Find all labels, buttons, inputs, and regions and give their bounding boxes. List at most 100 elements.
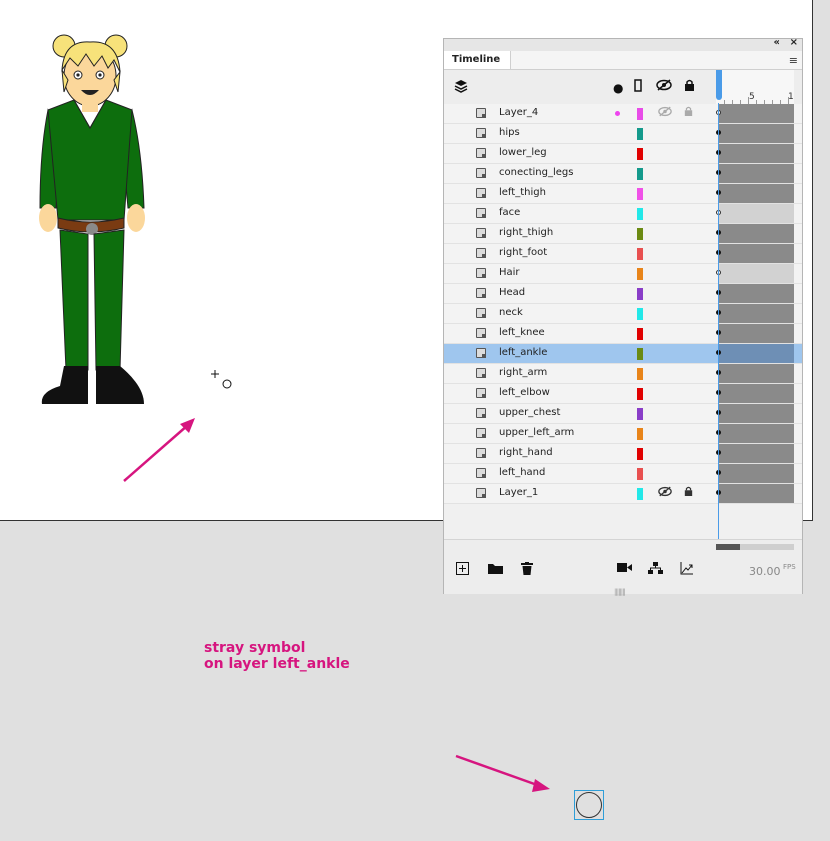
- layer-color-swatch[interactable]: [637, 128, 643, 140]
- resize-grip-icon[interactable]: ||||||||: [614, 588, 626, 596]
- delete-icon[interactable]: [521, 562, 533, 579]
- layer-color-swatch[interactable]: [637, 248, 643, 260]
- layer-row[interactable]: lower_leg: [444, 144, 802, 164]
- layer-color-swatch[interactable]: [637, 348, 643, 360]
- lock-icon[interactable]: [684, 106, 693, 120]
- eye-off-icon[interactable]: [658, 106, 672, 120]
- layer-name[interactable]: left_thigh: [499, 187, 546, 198]
- layer-row[interactable]: upper_chest: [444, 404, 802, 424]
- timeline-scrollbar[interactable]: [716, 544, 794, 550]
- outline-icon[interactable]: [634, 79, 642, 95]
- layer-row[interactable]: Hair: [444, 264, 802, 284]
- collapse-icon[interactable]: «: [774, 37, 780, 48]
- layer-row[interactable]: conecting_legs: [444, 164, 802, 184]
- layer-frames[interactable]: [716, 264, 794, 283]
- layer-frames[interactable]: [716, 384, 794, 403]
- layer-color-swatch[interactable]: [637, 148, 643, 160]
- layer-frames[interactable]: [716, 184, 794, 203]
- layer-row[interactable]: left_knee: [444, 324, 802, 344]
- layer-row[interactable]: hips: [444, 124, 802, 144]
- lock-icon[interactable]: [684, 79, 695, 95]
- layer-row[interactable]: right_arm: [444, 364, 802, 384]
- layer-color-swatch[interactable]: [637, 308, 643, 320]
- layer-row[interactable]: right_thigh: [444, 224, 802, 244]
- layer-row[interactable]: left_thigh: [444, 184, 802, 204]
- layer-color-swatch[interactable]: [637, 108, 643, 120]
- layer-frames[interactable]: [716, 324, 794, 343]
- layer-name[interactable]: Layer_1: [499, 487, 538, 498]
- layer-color-swatch[interactable]: [637, 468, 643, 480]
- layer-name[interactable]: conecting_legs: [499, 167, 573, 178]
- new-folder-icon[interactable]: [488, 562, 503, 578]
- layer-frames[interactable]: [716, 124, 794, 143]
- layer-row[interactable]: neck: [444, 304, 802, 324]
- layer-row[interactable]: Layer_1: [444, 484, 802, 504]
- layer-color-swatch[interactable]: [637, 328, 643, 340]
- layer-name[interactable]: left_ankle: [499, 347, 547, 358]
- layer-row[interactable]: left_ankle: [444, 344, 802, 364]
- layer-name[interactable]: face: [499, 207, 520, 218]
- menu-icon[interactable]: ≡: [789, 54, 798, 67]
- layer-color-swatch[interactable]: [637, 388, 643, 400]
- ease-icon[interactable]: [680, 562, 693, 579]
- layer-frames[interactable]: [716, 344, 794, 363]
- layer-color-swatch[interactable]: [637, 368, 643, 380]
- layer-frames[interactable]: [716, 224, 794, 243]
- layer-row[interactable]: right_foot: [444, 244, 802, 264]
- layer-frames[interactable]: [716, 364, 794, 383]
- layer-name[interactable]: left_knee: [499, 327, 545, 338]
- parenting-icon[interactable]: [648, 562, 664, 579]
- playhead-handle[interactable]: [716, 70, 722, 100]
- layer-name[interactable]: Layer_4: [499, 107, 538, 118]
- layer-frames[interactable]: [716, 244, 794, 263]
- layer-color-swatch[interactable]: [637, 228, 643, 240]
- layer-name[interactable]: right_thigh: [499, 227, 553, 238]
- stray-symbol[interactable]: [574, 790, 604, 820]
- eye-off-icon[interactable]: [658, 486, 672, 500]
- layer-frames[interactable]: [716, 484, 794, 503]
- layer-frames[interactable]: [716, 464, 794, 483]
- frame-ruler[interactable]: 5 1: [716, 70, 794, 104]
- layer-color-swatch[interactable]: [637, 488, 643, 500]
- layer-color-swatch[interactable]: [637, 408, 643, 420]
- active-dot-icon[interactable]: ●: [613, 81, 623, 95]
- layers-icon[interactable]: [454, 79, 468, 96]
- layer-color-swatch[interactable]: [637, 448, 643, 460]
- layer-name[interactable]: left_hand: [499, 467, 545, 478]
- layer-frames[interactable]: [716, 164, 794, 183]
- layer-row[interactable]: Layer_4: [444, 104, 802, 124]
- camera-icon[interactable]: [617, 562, 632, 577]
- layer-name[interactable]: right_foot: [499, 247, 547, 258]
- layer-row[interactable]: upper_left_arm: [444, 424, 802, 444]
- layer-row[interactable]: face: [444, 204, 802, 224]
- layer-name[interactable]: upper_left_arm: [499, 427, 574, 438]
- layer-frames[interactable]: [716, 424, 794, 443]
- layer-row[interactable]: Head: [444, 284, 802, 304]
- eye-icon[interactable]: [656, 79, 672, 94]
- lock-icon[interactable]: [684, 486, 693, 500]
- layer-color-swatch[interactable]: [637, 208, 643, 220]
- layer-row[interactable]: left_hand: [444, 464, 802, 484]
- layer-name[interactable]: neck: [499, 307, 523, 318]
- layer-name[interactable]: Hair: [499, 267, 520, 278]
- layer-color-swatch[interactable]: [637, 188, 643, 200]
- layer-color-swatch[interactable]: [637, 428, 643, 440]
- layer-color-swatch[interactable]: [637, 288, 643, 300]
- close-icon[interactable]: ×: [790, 37, 798, 48]
- layer-frames[interactable]: [716, 144, 794, 163]
- layer-frames[interactable]: [716, 404, 794, 423]
- layer-frames[interactable]: [716, 104, 794, 123]
- layer-row[interactable]: left_elbow: [444, 384, 802, 404]
- layer-frames[interactable]: [716, 204, 794, 223]
- layer-frames[interactable]: [716, 284, 794, 303]
- layer-name[interactable]: right_hand: [499, 447, 553, 458]
- layer-frames[interactable]: [716, 304, 794, 323]
- character-figure[interactable]: [34, 30, 154, 410]
- layer-name[interactable]: left_elbow: [499, 387, 550, 398]
- tab-timeline[interactable]: Timeline: [444, 51, 512, 69]
- layer-name[interactable]: upper_chest: [499, 407, 560, 418]
- layer-color-swatch[interactable]: [637, 268, 643, 280]
- layer-name[interactable]: hips: [499, 127, 520, 138]
- layer-name[interactable]: right_arm: [499, 367, 547, 378]
- layer-name[interactable]: Head: [499, 287, 525, 298]
